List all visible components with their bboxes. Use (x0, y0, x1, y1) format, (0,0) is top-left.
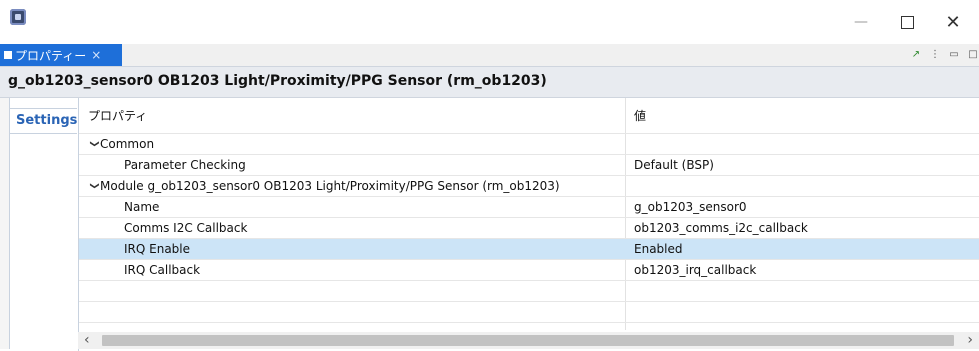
property-value[interactable]: ob1203_irq_callback (634, 263, 756, 277)
property-value[interactable]: Default (BSP) (634, 158, 714, 172)
table-row[interactable]: Comms I2C Callback ob1203_comms_i2c_call… (79, 218, 979, 239)
view-tabstrip: プロパティー × ↗ ⋮ ▭ □ (0, 44, 979, 66)
table-row[interactable]: ❯Common (79, 134, 979, 155)
properties-table: プロパティ 値 ❯Common Parameter Checking Defau… (78, 98, 979, 351)
table-row[interactable]: Parameter Checking Default (BSP) (79, 155, 979, 176)
property-name: IRQ Callback (124, 263, 201, 277)
property-name: Name (124, 200, 160, 214)
empty-row (79, 281, 979, 302)
side-tab-settings[interactable]: Settings (9, 108, 77, 134)
side-tab-border (9, 98, 10, 349)
table-row[interactable]: IRQ Callback ob1203_irq_callback (79, 260, 979, 281)
view-toolbar: ↗ ⋮ ▭ □ (910, 47, 979, 63)
table-row[interactable]: ❯Module g_ob1203_sensor0 OB1203 Light/Pr… (79, 176, 979, 197)
property-name: Comms I2C Callback (124, 221, 248, 235)
maximize-button[interactable] (884, 4, 930, 40)
side-tab-label: Settings (16, 113, 78, 128)
column-header-value[interactable]: 値 (634, 107, 646, 124)
property-name: Common (100, 137, 155, 151)
maximize-icon (900, 15, 914, 29)
property-name: IRQ Enable (124, 242, 191, 256)
property-name: Parameter Checking (124, 158, 246, 172)
properties-header: g_ob1203_sensor0 OB1203 Light/Proximity/… (0, 66, 979, 98)
close-window-button[interactable]: ✕ (930, 4, 976, 40)
chevron-right-icon[interactable]: › (967, 332, 973, 348)
app-icon (10, 9, 26, 25)
minimize-view-icon[interactable]: ▭ (948, 49, 960, 61)
page-title: g_ob1203_sensor0 OB1203 Light/Proximity/… (8, 73, 547, 89)
properties-view-icon (4, 51, 12, 59)
maximize-view-icon[interactable]: □ (967, 49, 979, 61)
property-value[interactable]: ob1203_comms_i2c_callback (634, 221, 808, 235)
close-icon: ✕ (945, 11, 961, 33)
window-titlebar: — ✕ (0, 0, 979, 44)
table-row[interactable]: Name g_ob1203_sensor0 (79, 197, 979, 218)
column-header-property[interactable]: プロパティ (88, 107, 147, 124)
chevron-left-icon[interactable]: ‹ (84, 332, 90, 348)
scrollbar-thumb[interactable] (102, 335, 954, 346)
property-value[interactable]: Enabled (634, 242, 683, 256)
property-name: Module g_ob1203_sensor0 OB1203 Light/Pro… (100, 179, 560, 193)
property-value[interactable]: g_ob1203_sensor0 (634, 200, 747, 214)
table-header-row: プロパティ 値 (79, 98, 979, 134)
open-editor-icon[interactable]: ↗ (910, 49, 922, 61)
chevron-down-icon[interactable]: ❯ (89, 182, 99, 194)
minimize-button[interactable]: — (838, 4, 884, 40)
left-strip (0, 98, 9, 349)
tab-label: プロパティー (15, 48, 87, 63)
tab-properties[interactable]: プロパティー × (0, 44, 122, 66)
empty-row (79, 302, 979, 323)
view-menu-icon[interactable]: ⋮ (929, 49, 941, 61)
table-row-selected[interactable]: IRQ Enable Enabled (79, 239, 979, 260)
minimize-icon: — (854, 14, 868, 30)
horizontal-scrollbar[interactable]: ‹ › (78, 332, 979, 349)
tab-close-icon[interactable]: × (91, 48, 101, 62)
chevron-down-icon[interactable]: ❯ (89, 140, 99, 152)
